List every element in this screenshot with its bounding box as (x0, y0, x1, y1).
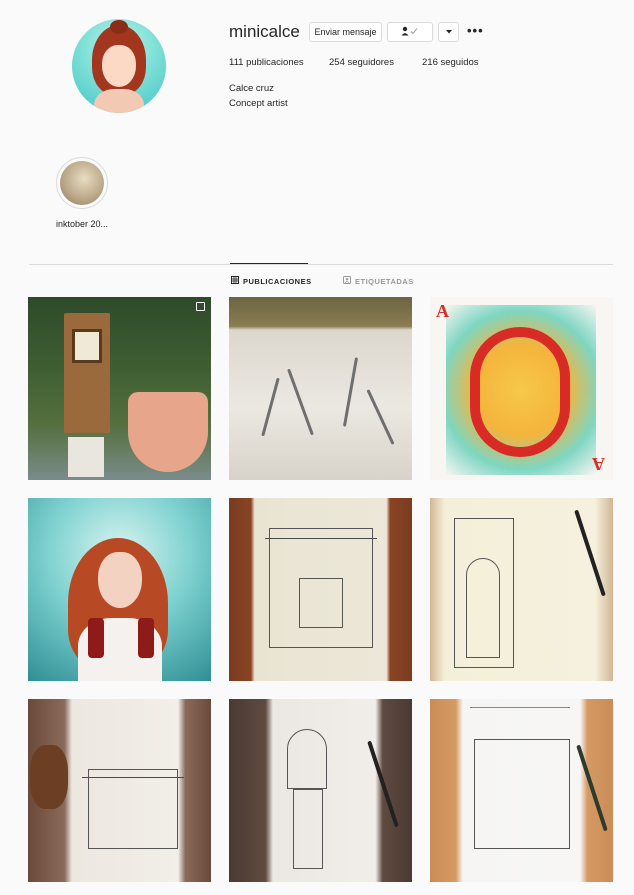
temple-door-sketch (299, 578, 343, 628)
person-check-icon (401, 26, 419, 38)
avatar-face (102, 45, 136, 87)
sketch-line (82, 777, 184, 778)
story-highlight[interactable] (56, 157, 108, 209)
highlight-label: inktober 20... (56, 219, 109, 229)
post-thumbnail[interactable] (229, 699, 412, 882)
portrait-hand (88, 618, 104, 658)
sketch-figure (342, 357, 359, 427)
posts-count: 111 publicaciones (229, 57, 304, 68)
post-thumbnail[interactable] (229, 297, 412, 480)
tab-posts-label: PUBLICACIONES (243, 276, 312, 286)
chevron-down-icon (445, 27, 453, 37)
notebook-spiral (470, 707, 570, 708)
sketch-figure (366, 389, 395, 445)
post-thumbnail[interactable] (28, 498, 211, 681)
post-thumbnail[interactable] (430, 699, 613, 882)
pen (574, 509, 606, 597)
profile-bio: Concept artist (229, 98, 288, 109)
gate-sketch (88, 769, 178, 849)
bucket-sketch (287, 729, 327, 789)
portrait-hand (138, 618, 154, 658)
tag-icon (343, 276, 351, 286)
post-thumbnail[interactable] (28, 699, 211, 882)
following-button[interactable] (387, 22, 433, 42)
wall-sketch (454, 518, 514, 668)
tab-posts[interactable]: PUBLICACIONES (231, 276, 312, 286)
grid-icon (231, 276, 239, 286)
more-dots-icon[interactable]: ••• (467, 23, 484, 38)
sketch-figure (287, 368, 314, 436)
avatar-shoulders (94, 89, 144, 113)
active-tab-indicator (230, 263, 308, 264)
stone-base (68, 437, 104, 477)
lantern-lamp (72, 329, 102, 363)
avatar-hair-bun (110, 20, 128, 34)
following-count[interactable]: 216 seguidos (422, 57, 479, 68)
highlight-thumbnail (60, 161, 104, 205)
sketch-figure (261, 377, 280, 437)
post-thumbnail[interactable] (229, 498, 412, 681)
suggestions-dropdown-button[interactable] (438, 22, 459, 42)
tab-tagged-label: ETIQUETADAS (355, 276, 414, 286)
ruins-sketch (474, 739, 570, 849)
profile-username: minicalce (229, 22, 300, 41)
post-thumbnail[interactable]: A A (430, 297, 613, 480)
sketch-line (265, 538, 377, 539)
pillar-sketch (293, 789, 323, 869)
snake-illustration (470, 327, 570, 457)
tab-tagged[interactable]: ETIQUETADAS (343, 276, 414, 286)
profile-avatar (72, 19, 166, 113)
rock-object (30, 745, 68, 809)
card-letter: A (592, 454, 605, 474)
post-thumbnail[interactable] (28, 297, 211, 480)
multiple-images-icon (196, 302, 205, 311)
card-letter: A (436, 301, 449, 321)
followers-count[interactable]: 254 seguidores (329, 57, 394, 68)
portrait-face (98, 552, 142, 608)
tabs-divider (29, 264, 613, 265)
plant-pot (128, 392, 208, 472)
pen (576, 744, 608, 832)
pen (367, 740, 399, 828)
profile-full-name: Calce cruz (229, 83, 274, 94)
send-message-button[interactable]: Enviar mensaje (309, 22, 382, 42)
post-thumbnail[interactable] (430, 498, 613, 681)
